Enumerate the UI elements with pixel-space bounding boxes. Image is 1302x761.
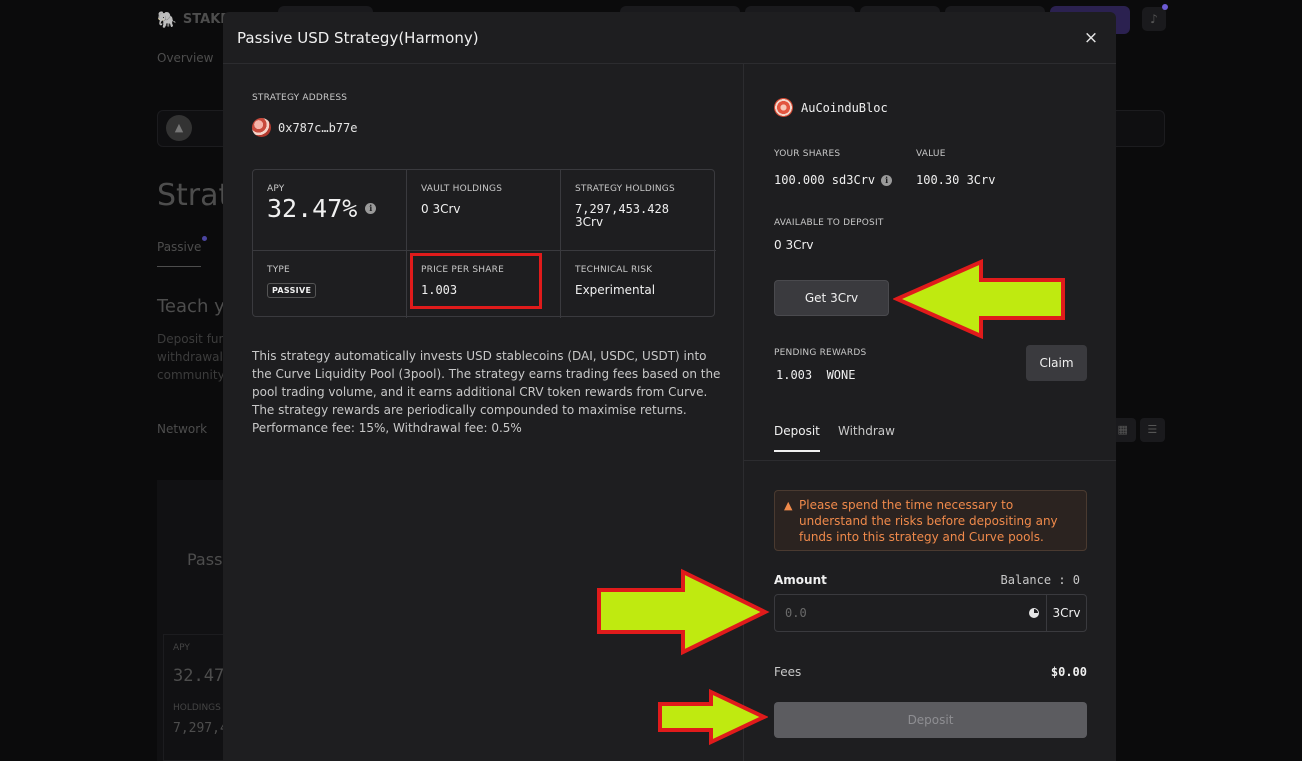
arrow-to-deposit-button: [658, 688, 768, 746]
modal-title: Passive USD Strategy(Harmony): [237, 28, 479, 47]
pending-rewards-label: PENDING REWARDS: [774, 348, 867, 358]
available-value: 0 3Crv: [774, 238, 814, 252]
balance-label: Balance : 0: [1000, 573, 1080, 587]
warning-icon: ▲: [784, 499, 793, 512]
pie-chart-icon[interactable]: [1022, 595, 1046, 631]
apy-label: APY: [267, 184, 285, 194]
arrow-to-amount-input: [597, 568, 770, 656]
bell-icon[interactable]: ♪: [1142, 4, 1168, 31]
your-shares-value: 100.000 sd3Crv: [774, 173, 876, 187]
background-description: Deposit fund withdrawal community: [157, 330, 223, 384]
amount-field: 3Crv: [774, 594, 1087, 632]
type-cell: TYPE PASSIVE: [253, 251, 407, 318]
address-avatar: [252, 118, 271, 137]
strategy-card-stats: [163, 634, 227, 761]
deposit-panel: AuCoinduBloc YOUR SHARES 100.000 sd3Crv …: [744, 64, 1116, 761]
amount-unit: 3Crv: [1046, 595, 1086, 631]
background-description-line: withdrawal: [157, 350, 223, 364]
view-toggle: ▦ ☰: [1110, 418, 1165, 442]
fees-label: Fees: [774, 665, 802, 679]
your-shares-row: 100.000 sd3Crv i: [774, 173, 893, 187]
deposit-withdraw-tabs: Deposit Withdraw: [744, 414, 1116, 461]
list-view-icon[interactable]: ☰: [1139, 418, 1165, 442]
price-per-share-highlight: [410, 253, 542, 309]
deposit-button[interactable]: Deposit: [774, 702, 1087, 738]
tab-withdraw[interactable]: Withdraw: [838, 424, 895, 450]
card-holdings-label: HOLDINGS: [173, 703, 221, 713]
risk-warning: ▲ Please spend the time necessary to und…: [774, 490, 1087, 551]
amount-label: Amount: [774, 573, 827, 587]
your-shares-label: YOUR SHARES: [774, 149, 841, 159]
page-title: Strat: [157, 178, 231, 213]
fees-value: $0.00: [1050, 665, 1087, 679]
available-label: AVAILABLE TO DEPOSIT: [774, 218, 884, 228]
card-holdings-value: 7,297,4: [173, 721, 228, 736]
wallet-name: AuCoinduBloc: [801, 100, 888, 115]
type-badge: PASSIVE: [267, 283, 317, 298]
card-apy-label: APY: [173, 643, 190, 653]
info-icon[interactable]: i: [365, 203, 377, 214]
wallet-account[interactable]: AuCoinduBloc: [774, 98, 888, 117]
amount-input[interactable]: [775, 595, 1022, 631]
vault-holdings-value: 0 3Crv: [421, 202, 461, 216]
strategy-holdings-label: STRATEGY HOLDINGS: [575, 184, 675, 194]
nav-overview[interactable]: Overview: [157, 51, 214, 65]
apy-value: 32.47%: [267, 194, 358, 223]
brand-logo[interactable]: 🐘 STAKE: [157, 10, 229, 29]
strategy-description: This strategy automatically invests USD …: [252, 349, 721, 435]
value-value: 100.30 3Crv: [916, 173, 996, 187]
background-description-line: Deposit fund: [157, 332, 223, 346]
strategy-card-title: Passi: [187, 550, 227, 569]
wallet-avatar: [774, 98, 793, 117]
arrow-to-get-button: [893, 258, 1065, 340]
elephant-logo-icon: 🐘: [157, 10, 177, 29]
strategy-holdings-cell: STRATEGY HOLDINGS 7,297,453.428 3Crv: [561, 170, 716, 251]
strategy-address-label: STRATEGY ADDRESS: [252, 93, 348, 103]
claim-button[interactable]: Claim: [1026, 345, 1087, 381]
vault-holdings-cell: VAULT HOLDINGS 0 3Crv: [407, 170, 561, 251]
vault-holdings-label: VAULT HOLDINGS: [421, 184, 503, 194]
background-description-line: community: [157, 368, 223, 382]
get-3crv-button[interactable]: Get 3Crv: [774, 280, 889, 316]
strategy-holdings-unit: 3Crv: [575, 215, 604, 229]
strategy-info-panel: STRATEGY ADDRESS 0x787c…b77e APY 32.47% …: [223, 64, 744, 761]
avalanche-icon[interactable]: ▲: [166, 115, 192, 141]
type-label: TYPE: [267, 265, 290, 275]
tab-passive-dot: [202, 236, 207, 241]
card-apy-value: 32.47: [173, 666, 225, 686]
strategy-address[interactable]: 0x787c…b77e: [252, 118, 357, 137]
apy-value-row: 32.47% i: [267, 194, 392, 223]
network-label: Network: [157, 422, 208, 436]
pending-rewards-value: 1.003 WONE: [776, 368, 856, 382]
value-label: VALUE: [916, 149, 946, 159]
apy-cell: APY 32.47% i: [253, 170, 407, 251]
info-icon[interactable]: i: [881, 174, 893, 186]
close-icon[interactable]: ×: [1080, 27, 1102, 49]
technical-risk-value: Experimental: [575, 283, 656, 297]
modal-header: Passive USD Strategy(Harmony) ×: [223, 12, 1116, 64]
strategy-address-value[interactable]: 0x787c…b77e: [278, 121, 357, 135]
tab-passive[interactable]: Passive: [157, 240, 201, 267]
tab-deposit[interactable]: Deposit: [774, 424, 820, 452]
technical-risk-label: TECHNICAL RISK: [575, 265, 653, 275]
technical-risk-cell: TECHNICAL RISK Experimental: [561, 251, 716, 318]
risk-warning-text: Please spend the time necessary to under…: [799, 498, 1058, 544]
